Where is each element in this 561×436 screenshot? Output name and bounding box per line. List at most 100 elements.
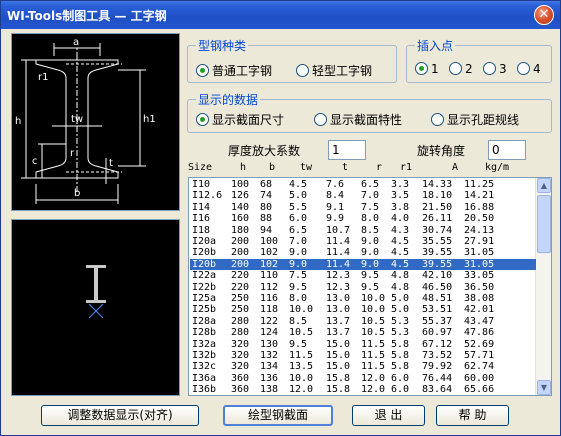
table-row[interactable]: I16 160 88 6.0 9.9 8.0 4.0 26.11 20.50 xyxy=(190,213,536,224)
dim-label-c: c xyxy=(32,156,38,167)
exit-button[interactable]: 退 出 xyxy=(352,405,425,426)
radio-ordinary-i-beam[interactable]: 普通工字钢 xyxy=(196,62,272,79)
table-cell: 118 xyxy=(260,304,279,316)
table-cell: 18.10 xyxy=(422,190,453,202)
table-row[interactable]: I32b 320 132 11.5 15.0 11.5 5.8 73.52 57.71 xyxy=(190,350,536,361)
rotation-angle-input[interactable]: 0 xyxy=(488,140,526,160)
table-cell: 220 xyxy=(231,270,250,282)
table-cell: I32b xyxy=(192,350,217,361)
table-row[interactable]: I10 100 68 4.5 7.6 6.5 3.3 14.33 11.25 xyxy=(190,179,536,190)
table-cell: 35.55 xyxy=(422,236,453,247)
table-cell: 9.5 xyxy=(361,281,380,293)
table-cell: I20b xyxy=(192,247,217,259)
table-cell: 10.0 xyxy=(289,304,314,316)
table-cell: 55.37 xyxy=(422,315,453,327)
table-row[interactable]: I32c 320 134 13.5 15.0 11.5 5.8 79.92 62.74 xyxy=(190,361,536,372)
table-cell: 73.52 xyxy=(422,350,453,361)
table-cell: 8.0 xyxy=(289,293,308,304)
radio-light-i-beam[interactable]: 轻型工字钢 xyxy=(296,62,372,79)
table-cell: 43.47 xyxy=(464,315,495,327)
table-cell: 4.5 xyxy=(391,247,410,259)
table-cell: 9.0 xyxy=(361,236,380,247)
scroll-up-button[interactable]: ▲ xyxy=(537,178,551,193)
radio-show-hole-gauge-lines[interactable]: 显示孔距规线 xyxy=(431,111,519,128)
steel-type-legend: 型钢种类 xyxy=(196,37,249,54)
table-cell: 200 xyxy=(231,236,250,247)
table-row[interactable]: I28b 280 124 10.5 13.7 10.5 5.3 60.97 47.86 xyxy=(190,327,536,338)
table-cell: 57.71 xyxy=(464,350,495,361)
table-cell: 10.0 xyxy=(361,304,386,316)
radio-show-section-properties[interactable]: 显示截面特性 xyxy=(314,111,402,128)
table-cell: I25b xyxy=(192,304,217,316)
table-cell: 126 xyxy=(231,190,250,202)
table-cell: 31.05 xyxy=(464,258,495,270)
dim-label-b: b xyxy=(74,188,80,199)
help-button[interactable]: 帮 助 xyxy=(436,405,509,426)
table-row[interactable]: I18 180 94 6.5 10.7 8.5 4.3 30.74 24.13 xyxy=(190,225,536,236)
i-beam-preview xyxy=(86,265,106,319)
radio-show-section-dimensions[interactable]: 显示截面尺寸 xyxy=(196,111,284,128)
table-cell: 83.64 xyxy=(422,384,453,396)
table-cell: 16.88 xyxy=(464,201,495,213)
option-label: 2 xyxy=(465,62,473,76)
table-cell: I32a xyxy=(192,338,217,350)
thickness-factor-input[interactable]: 1 xyxy=(328,140,366,160)
option-label: 普通工字钢 xyxy=(212,64,273,78)
radio-insert-point-1[interactable]: 1 xyxy=(415,62,439,76)
table-cell: 27.91 xyxy=(464,236,495,247)
table-cell: 42.01 xyxy=(464,304,495,316)
table-cell: 74 xyxy=(260,190,273,202)
option-label: 4 xyxy=(533,62,541,76)
table-cell: 21.50 xyxy=(422,201,453,213)
table-cell: 42.10 xyxy=(422,270,453,282)
table-row[interactable]: I20a 200 100 7.0 11.4 9.0 4.5 35.55 27.91 xyxy=(190,236,536,247)
list-scrollbar[interactable]: ▲ ▼ xyxy=(535,178,551,395)
radio-indicator xyxy=(296,64,309,77)
table-row[interactable]: I14 140 80 5.5 9.1 7.5 3.8 21.50 16.88 xyxy=(190,202,536,213)
table-cell: 30.74 xyxy=(422,224,453,236)
adjust-display-button[interactable]: 调整数据显示(对齐) xyxy=(41,405,199,426)
table-cell: 5.0 xyxy=(391,293,410,304)
table-row[interactable]: I20b 200 102 9.0 11.4 9.0 4.5 39.55 31.05 xyxy=(190,247,536,258)
table-row[interactable]: I36b 360 138 12.0 15.8 12.0 6.0 83.64 65.66 xyxy=(190,384,536,395)
table-cell: 94 xyxy=(260,224,273,236)
table-cell: 13.0 xyxy=(326,293,351,304)
steel-data-list[interactable]: ▲ ▼ I10 100 68 4.5 7.6 6.5 3.3 14.33 11.25 I12.6 1… xyxy=(188,177,552,396)
option-label: 显示孔距规线 xyxy=(447,113,520,127)
table-row[interactable]: I36a 360 136 10.0 15.8 12.0 6.0 76.44 60.00 xyxy=(190,373,536,384)
table-cell: 360 xyxy=(231,372,250,384)
table-cell: 9.0 xyxy=(289,258,308,270)
table-cell: 6.0 xyxy=(391,372,410,384)
i-beam-dimension-diagram: a r1 h tw h1 c r t b xyxy=(15,37,156,204)
option-label: 显示截面尺寸 xyxy=(212,113,285,127)
table-cell: I14 xyxy=(192,201,211,213)
table-cell: 79.92 xyxy=(422,361,453,373)
table-cell: 11.5 xyxy=(289,350,314,361)
table-row[interactable]: I22a 220 110 7.5 12.3 9.5 4.8 42.10 33.05 xyxy=(190,270,536,281)
scroll-down-button[interactable]: ▼ xyxy=(537,380,551,395)
table-cell: 12.3 xyxy=(326,281,351,293)
table-cell: 33.05 xyxy=(464,270,495,282)
table-row[interactable]: I22b 220 112 9.5 12.3 9.5 4.8 46.50 36.50 xyxy=(190,282,536,293)
draw-section-button[interactable]: 绘型钢截面 xyxy=(223,405,333,426)
table-cell: 11.4 xyxy=(326,236,351,247)
table-row[interactable]: I28a 280 122 8.5 13.7 10.5 5.3 55.37 43.47 xyxy=(190,316,536,327)
scroll-thumb[interactable] xyxy=(537,195,551,253)
section-diagram-panel: a r1 h tw h1 c r t b xyxy=(11,33,180,211)
table-row[interactable]: I20b 200 102 9.0 11.4 9.0 4.5 39.55 31.05 xyxy=(190,258,536,270)
close-button[interactable]: ✕ xyxy=(534,5,554,25)
table-row[interactable]: I25b 250 118 10.0 13.0 10.0 5.0 53.51 42.01 xyxy=(190,304,536,315)
radio-indicator xyxy=(431,113,444,126)
radio-insert-point-3[interactable]: 3 xyxy=(483,62,507,76)
table-row[interactable]: I12.6 126 74 5.0 8.4 7.0 3.5 18.10 14.21 xyxy=(190,190,536,201)
table-cell: I32c xyxy=(192,361,217,373)
table-row[interactable]: I32a 320 130 9.5 15.0 11.5 5.8 67.12 52.69 xyxy=(190,339,536,350)
table-cell: 38.08 xyxy=(464,293,495,304)
option-label: 显示截面特性 xyxy=(330,113,403,127)
radio-indicator xyxy=(196,113,209,126)
radio-insert-point-4[interactable]: 4 xyxy=(517,62,541,76)
table-row[interactable]: I25a 250 116 8.0 13.0 10.0 5.0 48.51 38.08 xyxy=(190,293,536,304)
table-cell: 53.51 xyxy=(422,304,453,316)
radio-insert-point-2[interactable]: 2 xyxy=(449,62,473,76)
title-bar[interactable]: WI-Tools制图工具 — 工字钢 ✕ xyxy=(1,1,560,29)
